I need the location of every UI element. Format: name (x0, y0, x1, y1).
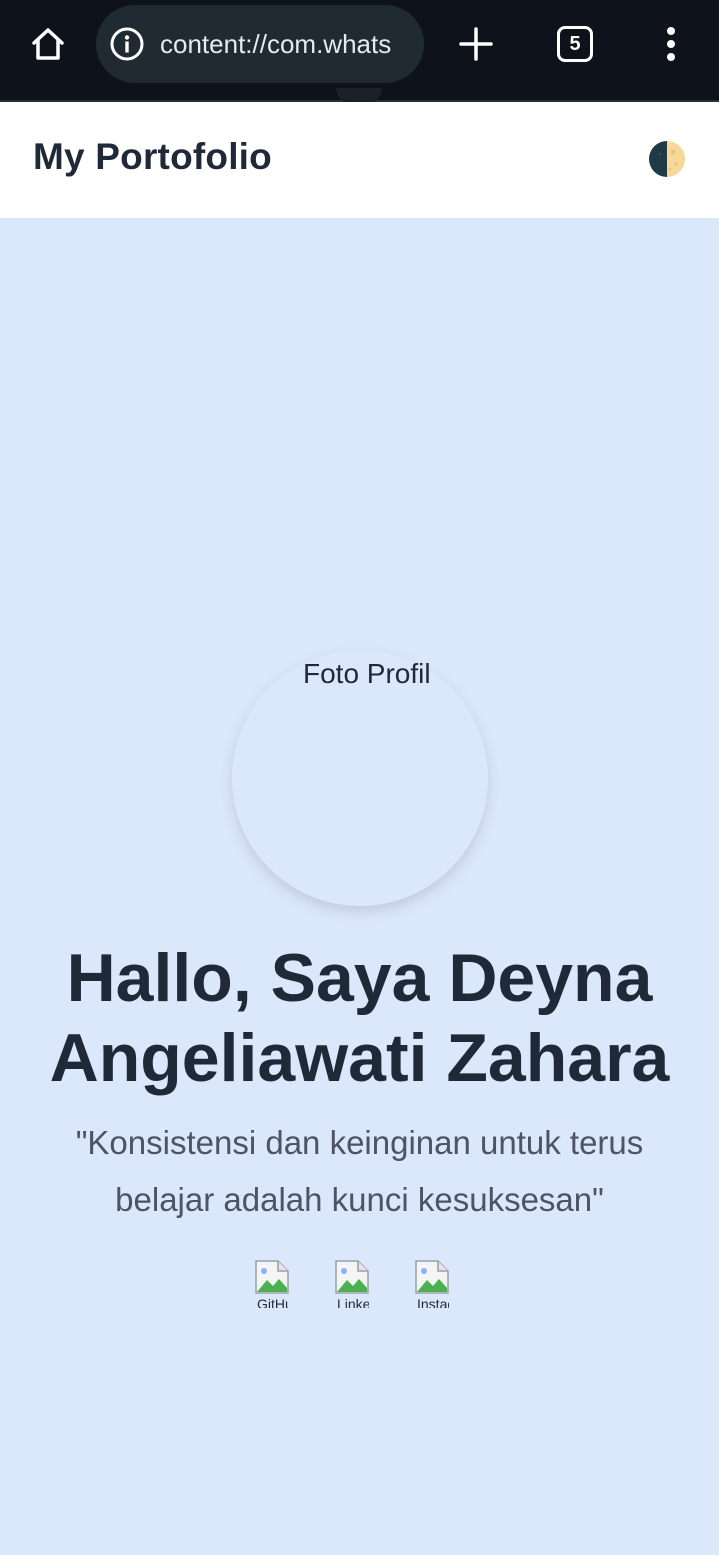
linkedin-alt-text: LinkedIn (337, 1296, 369, 1308)
instagram-link[interactable]: Instagram (415, 1260, 449, 1308)
hero-section: Foto Profil Hallo, Saya Deyna Angeliawat… (0, 218, 719, 1555)
hero-quote: "Konsistensi dan keinginan untuk terus b… (30, 1114, 689, 1228)
instagram-alt-text: Instagram (417, 1296, 449, 1308)
home-button[interactable] (26, 24, 70, 64)
site-header: My Portofolio (0, 102, 719, 218)
site-title[interactable]: My Portofolio (33, 136, 272, 178)
hero-quote-line-1: "Konsistensi dan keinginan untuk terus (75, 1124, 644, 1161)
plus-icon (459, 27, 493, 61)
theme-toggle-button[interactable] (648, 140, 686, 178)
hero-title-line-2: Angeliawati Zahara (49, 1020, 670, 1096)
tab-switcher-button[interactable]: 5 (557, 26, 593, 62)
url-text[interactable]: content://com.whats (160, 29, 391, 60)
browser-menu-button[interactable] (656, 24, 686, 64)
github-link[interactable]: GitHub (255, 1260, 289, 1308)
hero-title: Hallo, Saya Deyna Angeliawati Zahara (20, 938, 699, 1098)
moon-phase-icon (649, 141, 685, 177)
broken-image-icon (255, 1260, 289, 1294)
hero-quote-line-2: belajar adalah kunci kesuksesan" (115, 1181, 604, 1218)
linkedin-link[interactable]: LinkedIn (335, 1260, 369, 1308)
github-alt-text: GitHub (257, 1296, 289, 1308)
new-tab-button[interactable] (456, 24, 496, 64)
home-icon (32, 28, 64, 60)
browser-toolbar: content://com.whats 5 (0, 0, 719, 100)
info-icon[interactable] (110, 27, 144, 61)
hero-title-line-1: Hallo, Saya Deyna (66, 940, 653, 1016)
address-bar[interactable]: content://com.whats (96, 5, 424, 83)
profile-photo-alt-text: Foto Profil (303, 658, 431, 689)
social-links: GitHub LinkedIn Instagram (255, 1260, 475, 1310)
broken-image-icon (335, 1260, 369, 1294)
vertical-dots-icon (667, 27, 675, 61)
tab-count: 5 (569, 32, 581, 55)
broken-image-icon (415, 1260, 449, 1294)
